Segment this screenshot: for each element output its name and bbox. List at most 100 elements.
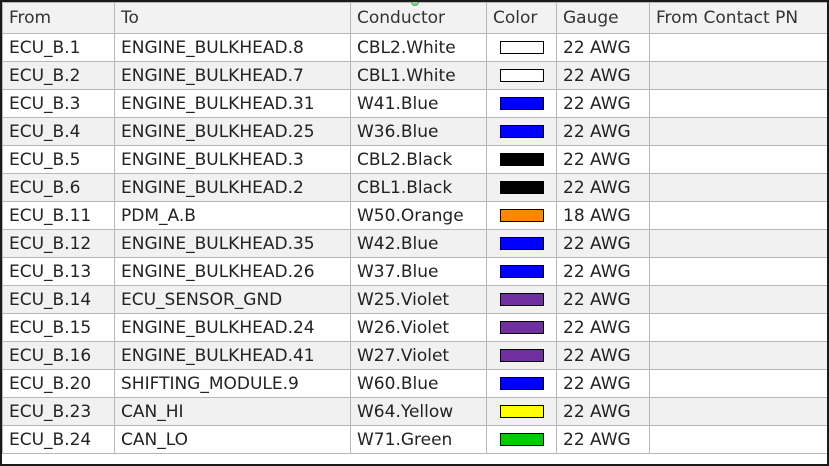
cell-from[interactable]: ECU_B.5 [2,145,115,174]
column-header-from[interactable]: From [2,2,115,34]
cell-gauge[interactable]: 22 AWG [556,33,650,62]
cell-gauge[interactable]: 22 AWG [556,341,650,370]
cell-from[interactable]: ECU_B.1 [2,33,115,62]
table-row[interactable]: ECU_B.23 CAN_HI W64.Yellow 22 AWG [2,397,827,426]
cell-gauge[interactable]: 22 AWG [556,89,650,118]
cell-conductor[interactable]: W27.Violet [350,341,487,370]
cell-color[interactable] [486,425,557,454]
cell-gauge[interactable]: 18 AWG [556,201,650,230]
cell-conductor[interactable]: W50.Orange [350,201,487,230]
cell-conductor[interactable]: W64.Yellow [350,397,487,426]
column-header-color[interactable]: Color [486,2,557,34]
column-header-gauge[interactable]: Gauge [556,2,650,34]
cell-from[interactable]: ECU_B.4 [2,117,115,146]
cell-conductor[interactable]: W60.Blue [350,369,487,398]
cell-color[interactable] [486,89,557,118]
cell-conductor[interactable]: CBL2.White [350,33,487,62]
cell-color[interactable] [486,229,557,258]
cell-from-contact-pn[interactable] [649,229,827,258]
cell-gauge[interactable]: 22 AWG [556,397,650,426]
cell-gauge[interactable]: 22 AWG [556,425,650,454]
cell-color[interactable] [486,117,557,146]
cell-conductor[interactable]: W25.Violet [350,285,487,314]
cell-from-contact-pn[interactable] [649,341,827,370]
cell-conductor[interactable]: CBL1.White [350,61,487,90]
cell-to[interactable]: ENGINE_BULKHEAD.8 [114,33,351,62]
cell-to[interactable]: ENGINE_BULKHEAD.24 [114,313,351,342]
cell-to[interactable]: ENGINE_BULKHEAD.31 [114,89,351,118]
cell-to[interactable]: PDM_A.B [114,201,351,230]
cell-from[interactable]: ECU_B.11 [2,201,115,230]
cell-color[interactable] [486,313,557,342]
cell-to[interactable]: ENGINE_BULKHEAD.26 [114,257,351,286]
cell-from-contact-pn[interactable] [649,397,827,426]
column-header-from-contact-pn[interactable]: From Contact PN [649,2,827,34]
cell-to[interactable]: ENGINE_BULKHEAD.41 [114,341,351,370]
table-row[interactable]: ECU_B.24 CAN_LO W71.Green 22 AWG [2,425,827,454]
cell-from-contact-pn[interactable] [649,173,827,202]
cell-gauge[interactable]: 22 AWG [556,257,650,286]
cell-from-contact-pn[interactable] [649,61,827,90]
cell-from-contact-pn[interactable] [649,313,827,342]
cell-from-contact-pn[interactable] [649,285,827,314]
cell-to[interactable]: CAN_LO [114,425,351,454]
cell-to[interactable]: ENGINE_BULKHEAD.25 [114,117,351,146]
cell-from[interactable]: ECU_B.13 [2,257,115,286]
column-header-to[interactable]: To [114,2,351,34]
cell-color[interactable] [486,173,557,202]
cell-from[interactable]: ECU_B.6 [2,173,115,202]
cell-from[interactable]: ECU_B.20 [2,369,115,398]
cell-gauge[interactable]: 22 AWG [556,229,650,258]
cell-from[interactable]: ECU_B.3 [2,89,115,118]
cell-from[interactable]: ECU_B.16 [2,341,115,370]
cell-from[interactable]: ECU_B.14 [2,285,115,314]
table-row[interactable]: ECU_B.4 ENGINE_BULKHEAD.25 W36.Blue 22 AWG [2,117,827,146]
cell-to[interactable]: ENGINE_BULKHEAD.7 [114,61,351,90]
table-row[interactable]: ECU_B.2 ENGINE_BULKHEAD.7 CBL1.White 22 AWG [2,61,827,90]
cell-from-contact-pn[interactable] [649,425,827,454]
cell-from-contact-pn[interactable] [649,369,827,398]
table-row[interactable]: ECU_B.3 ENGINE_BULKHEAD.31 W41.Blue 22 AWG [2,89,827,118]
cell-conductor[interactable]: W26.Violet [350,313,487,342]
cell-conductor[interactable]: CBL2.Black [350,145,487,174]
cell-from[interactable]: ECU_B.23 [2,397,115,426]
table-row[interactable]: ECU_B.11 PDM_A.B W50.Orange 18 AWG [2,201,827,230]
cell-to[interactable]: CAN_HI [114,397,351,426]
table-row[interactable]: ECU_B.12 ENGINE_BULKHEAD.35 W42.Blue 22 AWG [2,229,827,258]
cell-gauge[interactable]: 22 AWG [556,173,650,202]
cell-from-contact-pn[interactable] [649,145,827,174]
table-row[interactable]: ECU_B.20 SHIFTING_MODULE.9 W60.Blue 22 AWG [2,369,827,398]
cell-color[interactable] [486,201,557,230]
cell-from-contact-pn[interactable] [649,33,827,62]
cell-conductor[interactable]: W37.Blue [350,257,487,286]
cell-color[interactable] [486,33,557,62]
cell-conductor[interactable]: CBL1.Black [350,173,487,202]
table-row[interactable]: ECU_B.16 ENGINE_BULKHEAD.41 W27.Violet 22 A… [2,341,827,370]
cell-to[interactable]: ECU_SENSOR_GND [114,285,351,314]
cell-to[interactable]: SHIFTING_MODULE.9 [114,369,351,398]
table-row[interactable]: ECU_B.15 ENGINE_BULKHEAD.24 W26.Violet 22 A… [2,313,827,342]
cell-from[interactable]: ECU_B.2 [2,61,115,90]
cell-from[interactable]: ECU_B.15 [2,313,115,342]
cell-gauge[interactable]: 22 AWG [556,145,650,174]
cell-gauge[interactable]: 22 AWG [556,285,650,314]
cell-color[interactable] [486,285,557,314]
cell-conductor[interactable]: W41.Blue [350,89,487,118]
cell-gauge[interactable]: 22 AWG [556,61,650,90]
cell-to[interactable]: ENGINE_BULKHEAD.3 [114,145,351,174]
cell-color[interactable] [486,341,557,370]
cell-color[interactable] [486,397,557,426]
cell-conductor[interactable]: W36.Blue [350,117,487,146]
cell-to[interactable]: ENGINE_BULKHEAD.2 [114,173,351,202]
cell-color[interactable] [486,145,557,174]
cell-gauge[interactable]: 22 AWG [556,369,650,398]
table-row[interactable]: ECU_B.5 ENGINE_BULKHEAD.3 CBL2.Black 22 AWG [2,145,827,174]
cell-to[interactable]: ENGINE_BULKHEAD.35 [114,229,351,258]
cell-from[interactable]: ECU_B.24 [2,425,115,454]
cell-from-contact-pn[interactable] [649,89,827,118]
cell-conductor[interactable]: W42.Blue [350,229,487,258]
cell-color[interactable] [486,61,557,90]
cell-from-contact-pn[interactable] [649,257,827,286]
column-header-conductor[interactable]: Conductor [350,2,487,34]
cell-from-contact-pn[interactable] [649,117,827,146]
